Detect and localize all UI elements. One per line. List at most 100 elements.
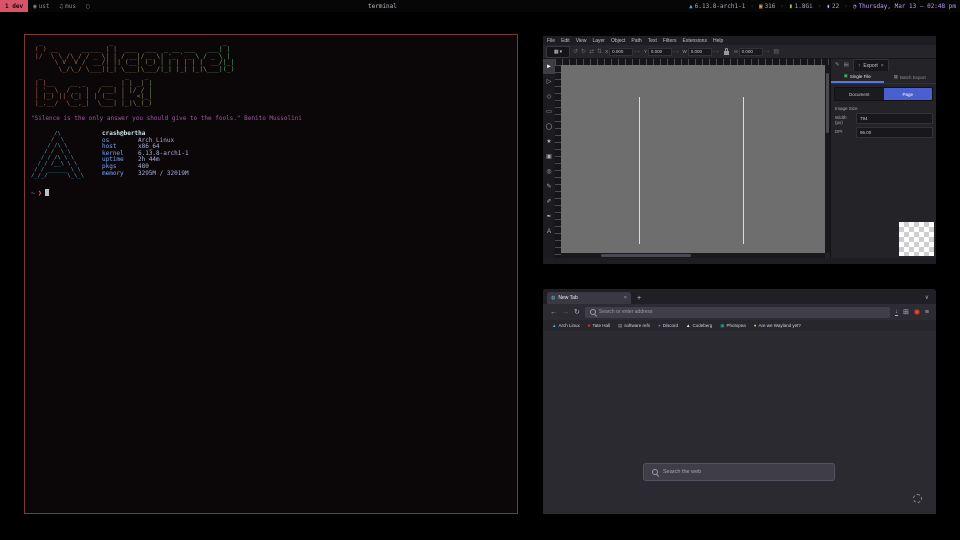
scrollbar-thumb[interactable] — [826, 73, 829, 133]
globe-icon: ◍ — [551, 295, 555, 301]
bookmark-discord[interactable]: ●Discord — [658, 323, 678, 328]
menu-extensions[interactable]: Extensions — [683, 38, 707, 44]
y-spinner[interactable]: −+ — [673, 49, 680, 54]
menu-icon[interactable]: ≡ — [925, 309, 929, 316]
list-tabs-chevron-icon[interactable]: ∨ — [925, 294, 929, 301]
flip-horizontal-icon[interactable]: ⇄ — [589, 48, 594, 55]
tool-calligraphy[interactable]: ✒ — [543, 209, 555, 224]
w-input[interactable]: 0.000 — [688, 48, 712, 56]
menu-filters[interactable]: Filters — [663, 38, 677, 44]
y-label: Y — [644, 49, 647, 54]
h-spinner[interactable]: −+ — [764, 49, 771, 54]
export-scope-toggle: Document Page — [834, 87, 933, 101]
forward-button[interactable]: → — [562, 309, 569, 316]
workspace-tag-label: ust — [39, 3, 50, 10]
dpi-row: DPI 96.00 — [835, 127, 933, 138]
search-icon — [590, 309, 596, 315]
menu-view[interactable]: View — [576, 38, 587, 44]
new-tab-button[interactable]: + — [637, 295, 641, 302]
downloads-icon[interactable]: ↓ — [895, 309, 898, 316]
inkscape-window[interactable]: File Edit View Layer Object Path Text Fi… — [543, 36, 936, 264]
separator: ‹ — [780, 3, 784, 10]
menu-layer[interactable]: Layer — [592, 38, 605, 44]
settings-gear-icon[interactable] — [913, 494, 922, 503]
export-tab-label: Export — [863, 63, 877, 69]
clock-module: ◔ Thursday, Mar 13 — 02:48 pm — [853, 3, 956, 10]
image-size-label: Image Size — [835, 106, 936, 111]
back-button[interactable]: ← — [550, 309, 557, 316]
browser-window[interactable]: ◍ New Tab × + ∨ ← → ↻ Search or enter ad… — [543, 289, 936, 514]
menu-file[interactable]: File — [547, 38, 555, 44]
shell-prompt[interactable]: ~ ❯ — [31, 189, 511, 197]
export-dock-tab[interactable]: ↑ Export × — [853, 59, 889, 71]
menu-object[interactable]: Object — [611, 38, 625, 44]
page-button[interactable]: Page — [884, 88, 933, 100]
scrollbar-thumb[interactable] — [601, 254, 691, 257]
inkscape-body: ► ▷ ◇ ▭ ◯ ★ ▣ ◎ ✎ ✐ ✒ A — [543, 59, 936, 258]
active-tab[interactable]: ◍ New Tab × — [547, 292, 631, 304]
tool-star[interactable]: ★ — [543, 134, 555, 149]
document-button[interactable]: Document — [835, 88, 884, 100]
web-search-input[interactable]: Search the web — [643, 463, 835, 481]
rotate-cw-icon[interactable]: ↻ — [581, 48, 586, 55]
layout-symbol[interactable]: ▢ — [81, 0, 95, 12]
menu-path[interactable]: Path — [631, 38, 641, 44]
separator: ‹ — [750, 3, 754, 10]
pencil-dock-icon[interactable]: ✎ — [835, 62, 840, 68]
bookmark-tate-hall[interactable]: ■Tate Hall — [588, 323, 610, 328]
w-label: W — [683, 49, 687, 54]
rotate-ccw-icon[interactable]: ↺ — [573, 48, 578, 55]
selection-mode-button[interactable]: ▦▾ — [546, 46, 570, 58]
tool-pencil[interactable]: ✎ — [543, 179, 555, 194]
extensions-icon[interactable]: ⊞ — [903, 308, 909, 316]
x-input[interactable]: 0.000 — [609, 48, 633, 56]
tool-pen[interactable]: ✐ — [543, 194, 555, 209]
newtab-content: Search the web — [543, 331, 936, 514]
export-panel: ✎ ▤ ↑ Export × ▣Single File ▦Batch Expor… — [830, 59, 936, 258]
layers-dock-icon[interactable]: ▤ — [844, 62, 849, 68]
menu-text[interactable]: Text — [648, 38, 657, 44]
tool-selector[interactable]: ► — [543, 59, 555, 74]
menu-help[interactable]: Help — [713, 38, 723, 44]
tool-shape-builder[interactable]: ◇ — [543, 89, 555, 104]
dpi-input[interactable]: 96.00 — [856, 127, 933, 138]
w-spinner[interactable]: −+ — [713, 49, 720, 54]
workspace-tag-dev[interactable]: 1 dev — [0, 0, 28, 12]
tool-3dbox[interactable]: ▣ — [543, 149, 555, 164]
tool-text[interactable]: A — [543, 224, 555, 239]
lock-ratio-icon[interactable] — [724, 51, 729, 55]
h-input[interactable]: 0.000 — [739, 48, 763, 56]
bookmark-arch-linux[interactable]: ▲Arch Linux — [552, 323, 580, 328]
bookmark-software-refs[interactable]: ▤software refs — [618, 323, 650, 329]
x-spinner[interactable]: −+ — [634, 49, 641, 54]
y-input[interactable]: 0.000 — [648, 48, 672, 56]
tool-node[interactable]: ▷ — [543, 74, 555, 89]
tab-batch-export[interactable]: ▦Batch Export — [884, 71, 937, 83]
batch-export-label: Batch Export — [900, 75, 926, 80]
tool-ellipse[interactable]: ◯ — [543, 119, 555, 134]
tool-rectangle[interactable]: ▭ — [543, 104, 555, 119]
dock-tab-bar: ✎ ▤ ↑ Export × — [831, 59, 936, 71]
bookmark-are-we-wayland-yet[interactable]: ●Are we Wayland yet? — [754, 323, 801, 328]
tab-close-icon[interactable]: × — [624, 295, 627, 301]
units-icon[interactable]: ▤ — [773, 48, 779, 55]
workspace-tag-mus[interactable]: ♫mus — [55, 0, 81, 12]
reload-button[interactable]: ↻ — [574, 308, 580, 316]
address-bar[interactable]: Search or enter address — [585, 307, 890, 318]
bookmark-photopea[interactable]: ▣Photopea — [720, 323, 746, 329]
adblock-extension-icon[interactable] — [914, 309, 920, 315]
bookmark-codeberg[interactable]: ▲Codeberg — [686, 323, 712, 328]
inkscape-canvas[interactable] — [561, 65, 825, 253]
tab-single-file[interactable]: ▣Single File — [831, 71, 884, 83]
terminal-window[interactable]: _ _ _ ( ) __ _____ | | ___ ___ _ __ ___ … — [24, 34, 518, 514]
volume-module: ◖ 22 — [826, 3, 839, 10]
fetch-label: memory — [102, 171, 138, 178]
close-icon[interactable]: × — [881, 63, 884, 69]
menu-edit[interactable]: Edit — [561, 38, 570, 44]
tool-spiral[interactable]: ◎ — [543, 164, 555, 179]
prompt-path: ~ — [31, 189, 35, 197]
width-input[interactable]: 794 — [856, 113, 933, 124]
workspace-tag-ust[interactable]: ◉ust — [28, 0, 54, 12]
bookmark-label: Are we Wayland yet? — [758, 323, 800, 328]
flip-vertical-icon[interactable]: ⇅ — [597, 48, 602, 55]
